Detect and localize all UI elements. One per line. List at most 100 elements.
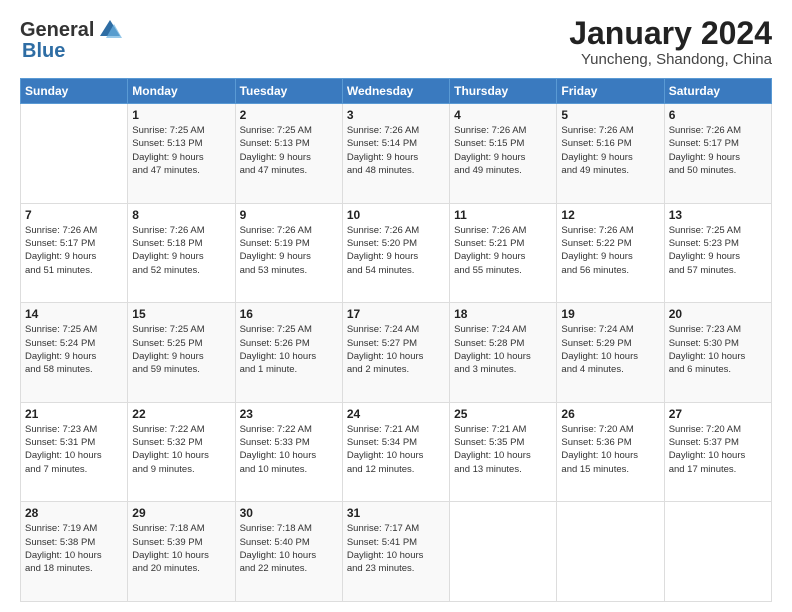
day-cell: 24 Sunrise: 7:21 AM Sunset: 5:34 PM Dayli… [342, 402, 449, 502]
day-info: Sunrise: 7:23 AM Sunset: 5:31 PM Dayligh… [25, 423, 123, 476]
day-cell: 26 Sunrise: 7:20 AM Sunset: 5:36 PM Dayli… [557, 402, 664, 502]
day-info: Sunrise: 7:24 AM Sunset: 5:29 PM Dayligh… [561, 323, 659, 376]
day-cell: 2 Sunrise: 7:25 AM Sunset: 5:13 PM Daylig… [235, 104, 342, 204]
day-cell: 13 Sunrise: 7:25 AM Sunset: 5:23 PM Dayli… [664, 203, 771, 303]
day-info: Sunrise: 7:17 AM Sunset: 5:41 PM Dayligh… [347, 522, 445, 575]
day-number: 21 [25, 407, 123, 421]
month-title: January 2024 [569, 16, 772, 51]
day-number: 29 [132, 506, 230, 520]
day-number: 25 [454, 407, 552, 421]
week-row-5: 28Sunrise: 7:19 AM Sunset: 5:38 PM Dayli… [21, 502, 772, 602]
day-number: 1 [132, 108, 230, 122]
day-number: 13 [669, 208, 767, 222]
logo-icon [96, 16, 124, 44]
day-cell: 25 Sunrise: 7:21 AM Sunset: 5:35 PM Dayli… [450, 402, 557, 502]
header: General Blue January 2024 Yuncheng, Shan… [20, 16, 772, 68]
logo: General Blue [20, 16, 124, 63]
day-number: 15 [132, 307, 230, 321]
day-cell: 30 Sunrise: 7:18 AM Sunset: 5:40 PM Dayli… [235, 502, 342, 602]
day-info: Sunrise: 7:25 AM Sunset: 5:23 PM Dayligh… [669, 224, 767, 277]
day-cell: 22 Sunrise: 7:22 AM Sunset: 5:32 PM Dayli… [128, 402, 235, 502]
day-info: Sunrise: 7:26 AM Sunset: 5:19 PM Dayligh… [240, 224, 338, 277]
day-info: Sunrise: 7:21 AM Sunset: 5:35 PM Dayligh… [454, 423, 552, 476]
day-cell: 14 Sunrise: 7:25 AM Sunset: 5:24 PM Dayli… [21, 303, 128, 403]
day-cell: 16 Sunrise: 7:25 AM Sunset: 5:26 PM Dayli… [235, 303, 342, 403]
day-cell: 7Sunrise: 7:26 AM Sunset: 5:17 PM Daylig… [21, 203, 128, 303]
day-cell [664, 502, 771, 602]
day-number: 16 [240, 307, 338, 321]
day-info: Sunrise: 7:26 AM Sunset: 5:17 PM Dayligh… [669, 124, 767, 177]
day-info: Sunrise: 7:26 AM Sunset: 5:22 PM Dayligh… [561, 224, 659, 277]
header-cell-monday: Monday [128, 79, 235, 104]
title-block: January 2024 Yuncheng, Shandong, China [569, 16, 772, 68]
day-info: Sunrise: 7:21 AM Sunset: 5:34 PM Dayligh… [347, 423, 445, 476]
day-info: Sunrise: 7:24 AM Sunset: 5:27 PM Dayligh… [347, 323, 445, 376]
week-row-3: 14 Sunrise: 7:25 AM Sunset: 5:24 PM Dayli… [21, 303, 772, 403]
calendar: SundayMondayTuesdayWednesdayThursdayFrid… [20, 78, 772, 602]
week-row-2: 7Sunrise: 7:26 AM Sunset: 5:17 PM Daylig… [21, 203, 772, 303]
day-info: Sunrise: 7:26 AM Sunset: 5:17 PM Dayligh… [25, 224, 123, 277]
day-number: 19 [561, 307, 659, 321]
day-number: 10 [347, 208, 445, 222]
day-info: Sunrise: 7:18 AM Sunset: 5:40 PM Dayligh… [240, 522, 338, 575]
day-number: 8 [132, 208, 230, 222]
day-number: 14 [25, 307, 123, 321]
day-cell: 20 Sunrise: 7:23 AM Sunset: 5:30 PM Dayli… [664, 303, 771, 403]
day-info: Sunrise: 7:26 AM Sunset: 5:18 PM Dayligh… [132, 224, 230, 277]
day-info: Sunrise: 7:22 AM Sunset: 5:32 PM Dayligh… [132, 423, 230, 476]
week-row-4: 21 Sunrise: 7:23 AM Sunset: 5:31 PM Dayli… [21, 402, 772, 502]
day-number: 6 [669, 108, 767, 122]
day-cell: 29 Sunrise: 7:18 AM Sunset: 5:39 PM Dayli… [128, 502, 235, 602]
day-number: 11 [454, 208, 552, 222]
day-info: Sunrise: 7:25 AM Sunset: 5:24 PM Dayligh… [25, 323, 123, 376]
day-info: Sunrise: 7:26 AM Sunset: 5:21 PM Dayligh… [454, 224, 552, 277]
day-cell [21, 104, 128, 204]
day-number: 9 [240, 208, 338, 222]
day-number: 24 [347, 407, 445, 421]
day-cell: 31 Sunrise: 7:17 AM Sunset: 5:41 PM Dayli… [342, 502, 449, 602]
logo-general: General [20, 19, 94, 42]
day-info: Sunrise: 7:23 AM Sunset: 5:30 PM Dayligh… [669, 323, 767, 376]
day-info: Sunrise: 7:24 AM Sunset: 5:28 PM Dayligh… [454, 323, 552, 376]
day-number: 20 [669, 307, 767, 321]
day-number: 30 [240, 506, 338, 520]
header-row: SundayMondayTuesdayWednesdayThursdayFrid… [21, 79, 772, 104]
day-number: 12 [561, 208, 659, 222]
header-cell-wednesday: Wednesday [342, 79, 449, 104]
header-cell-sunday: Sunday [21, 79, 128, 104]
day-number: 31 [347, 506, 445, 520]
location: Yuncheng, Shandong, China [569, 51, 772, 68]
day-cell: 21 Sunrise: 7:23 AM Sunset: 5:31 PM Dayli… [21, 402, 128, 502]
day-number: 23 [240, 407, 338, 421]
day-number: 27 [669, 407, 767, 421]
header-cell-saturday: Saturday [664, 79, 771, 104]
day-cell: 3 Sunrise: 7:26 AM Sunset: 5:14 PM Daylig… [342, 104, 449, 204]
day-info: Sunrise: 7:20 AM Sunset: 5:37 PM Dayligh… [669, 423, 767, 476]
day-cell: 27 Sunrise: 7:20 AM Sunset: 5:37 PM Dayli… [664, 402, 771, 502]
day-info: Sunrise: 7:25 AM Sunset: 5:13 PM Dayligh… [240, 124, 338, 177]
day-cell: 10Sunrise: 7:26 AM Sunset: 5:20 PM Dayli… [342, 203, 449, 303]
day-cell: 1Sunrise: 7:25 AM Sunset: 5:13 PM Daylig… [128, 104, 235, 204]
day-number: 2 [240, 108, 338, 122]
calendar-body: 1 Sunrise: 7:25 AM Sunset: 5:13 PM Daylig… [21, 104, 772, 602]
day-number: 22 [132, 407, 230, 421]
day-info: Sunrise: 7:26 AM Sunset: 5:14 PM Dayligh… [347, 124, 445, 177]
day-cell: 4Sunrise: 7:26 AM Sunset: 5:15 PM Daylig… [450, 104, 557, 204]
day-cell: 15Sunrise: 7:25 AM Sunset: 5:25 PM Dayli… [128, 303, 235, 403]
day-number: 26 [561, 407, 659, 421]
day-cell: 23Sunrise: 7:22 AM Sunset: 5:33 PM Dayli… [235, 402, 342, 502]
day-cell: 9 Sunrise: 7:26 AM Sunset: 5:19 PM Daylig… [235, 203, 342, 303]
day-number: 3 [347, 108, 445, 122]
day-info: Sunrise: 7:20 AM Sunset: 5:36 PM Dayligh… [561, 423, 659, 476]
calendar-header: SundayMondayTuesdayWednesdayThursdayFrid… [21, 79, 772, 104]
day-cell: 6 Sunrise: 7:26 AM Sunset: 5:17 PM Daylig… [664, 104, 771, 204]
day-info: Sunrise: 7:18 AM Sunset: 5:39 PM Dayligh… [132, 522, 230, 575]
day-info: Sunrise: 7:26 AM Sunset: 5:16 PM Dayligh… [561, 124, 659, 177]
day-cell [450, 502, 557, 602]
day-cell: 28Sunrise: 7:19 AM Sunset: 5:38 PM Dayli… [21, 502, 128, 602]
day-cell [557, 502, 664, 602]
day-cell: 8 Sunrise: 7:26 AM Sunset: 5:18 PM Daylig… [128, 203, 235, 303]
day-cell: 19 Sunrise: 7:24 AM Sunset: 5:29 PM Dayli… [557, 303, 664, 403]
header-cell-friday: Friday [557, 79, 664, 104]
day-info: Sunrise: 7:25 AM Sunset: 5:26 PM Dayligh… [240, 323, 338, 376]
